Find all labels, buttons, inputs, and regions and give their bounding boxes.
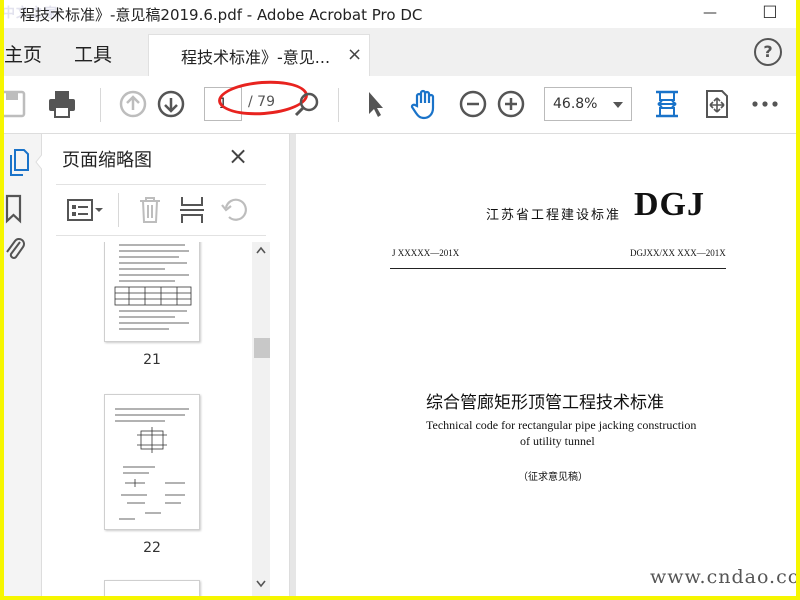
minimize-button[interactable]: — — [696, 2, 724, 24]
print-icon[interactable] — [46, 88, 78, 120]
thumbnail-page[interactable] — [104, 394, 200, 530]
fit-width-icon[interactable] — [652, 88, 682, 120]
document-page: 江苏省工程建设标准 DGJ J XXXXX—201X DGJXX/XX XXX—… — [296, 134, 796, 596]
tab-document[interactable]: 程技术标准》-意见... × — [148, 34, 370, 76]
tab-home[interactable]: 主页 — [4, 40, 42, 67]
doc-code-left: J XXXXX—201X — [392, 248, 460, 258]
bookmark-icon[interactable] — [4, 194, 24, 224]
doc-draft-note: （征求意见稿） — [518, 472, 588, 483]
full-screen-icon[interactable] — [702, 88, 732, 120]
close-tab-button[interactable]: × — [347, 44, 362, 65]
site-watermark: www.cndao.com — [650, 566, 796, 588]
hand-tool-icon[interactable] — [408, 88, 440, 120]
thumbnail-page[interactable] — [104, 580, 200, 596]
select-cursor-icon[interactable] — [362, 88, 388, 120]
doc-header-rule — [390, 268, 726, 269]
thumbnail-page-content — [115, 408, 189, 520]
acrobat-window: 中文之家 程技术标准》-意见稿2019.6.pdf - Adobe Acroba… — [4, 0, 796, 596]
title-bar: 中文之家 程技术标准》-意见稿2019.6.pdf - Adobe Acroba… — [4, 0, 796, 28]
zoom-in-icon[interactable] — [496, 88, 526, 120]
page-thumbnails-panel: 页面缩略图 × 21 22 — [42, 134, 323, 596]
more-options-icon[interactable] — [750, 88, 780, 120]
tool-separator — [118, 193, 119, 227]
scroll-down-icon[interactable] — [256, 580, 266, 588]
doc-title-cn: 综合管廊矩形顶管工程技术标准 — [426, 393, 664, 413]
page-thumbnails-icon[interactable] — [8, 148, 30, 178]
insert-page-icon[interactable] — [178, 195, 206, 225]
thumbnail-options-icon[interactable] — [66, 197, 106, 223]
doc-header-mark: DGJ — [634, 186, 705, 223]
zoom-level-dropdown[interactable]: 46.8% — [544, 87, 632, 121]
panel-title: 页面缩略图 — [62, 150, 152, 171]
doc-title-en-line1: Technical code for rectangular pipe jack… — [426, 418, 697, 432]
tab-bar: 主页 工具 程技术标准》-意见... × ? — [4, 28, 796, 76]
zoom-out-icon[interactable] — [458, 88, 488, 120]
doc-title-en-line2: of utility tunnel — [520, 434, 595, 448]
close-panel-button[interactable]: × — [228, 142, 248, 170]
save-icon[interactable] — [4, 88, 28, 120]
zoom-search-icon[interactable] — [292, 88, 322, 120]
doc-code-right: DGJXX/XX XXX—201X — [630, 248, 726, 258]
delete-page-icon[interactable] — [136, 195, 164, 225]
thumbnail-list: 21 22 — [42, 242, 272, 596]
rotate-page-icon[interactable] — [220, 195, 250, 225]
thumbnail-page-label: 21 — [143, 352, 161, 368]
thumbnail-page-label: 22 — [143, 540, 161, 556]
toolbar: 1 / 79 46.8% — [4, 76, 796, 134]
document-view[interactable]: 江苏省工程建设标准 DGJ J XXXXX—201X DGJXX/XX XXX—… — [290, 134, 796, 596]
thumbnail-page[interactable] — [104, 242, 200, 342]
help-icon[interactable]: ? — [754, 38, 782, 66]
doc-header-org: 江苏省工程建设标准 — [486, 208, 622, 223]
thumbnail-tools — [56, 184, 266, 236]
maximize-button[interactable]: ☐ — [756, 2, 784, 24]
chevron-down-icon — [613, 102, 623, 108]
thumbnail-scrollbar[interactable] — [252, 242, 270, 596]
attachment-icon[interactable] — [4, 234, 26, 264]
thumbnail-page-content — [114, 244, 192, 330]
tab-tools[interactable]: 工具 — [74, 40, 112, 67]
next-page-icon[interactable] — [156, 88, 186, 120]
previous-page-icon[interactable] — [118, 88, 148, 120]
scroll-up-icon[interactable] — [256, 246, 266, 254]
window-title: 程技术标准》-意见稿2019.6.pdf - Adobe Acrobat Pro… — [20, 6, 423, 24]
zoom-level-value: 46.8% — [553, 96, 598, 112]
toolbar-separator — [100, 88, 101, 122]
navigation-rail — [4, 134, 44, 596]
toolbar-separator — [338, 88, 339, 122]
scrollbar-thumb[interactable] — [254, 338, 270, 358]
tab-document-label: 程技术标准》-意见... — [181, 48, 331, 67]
